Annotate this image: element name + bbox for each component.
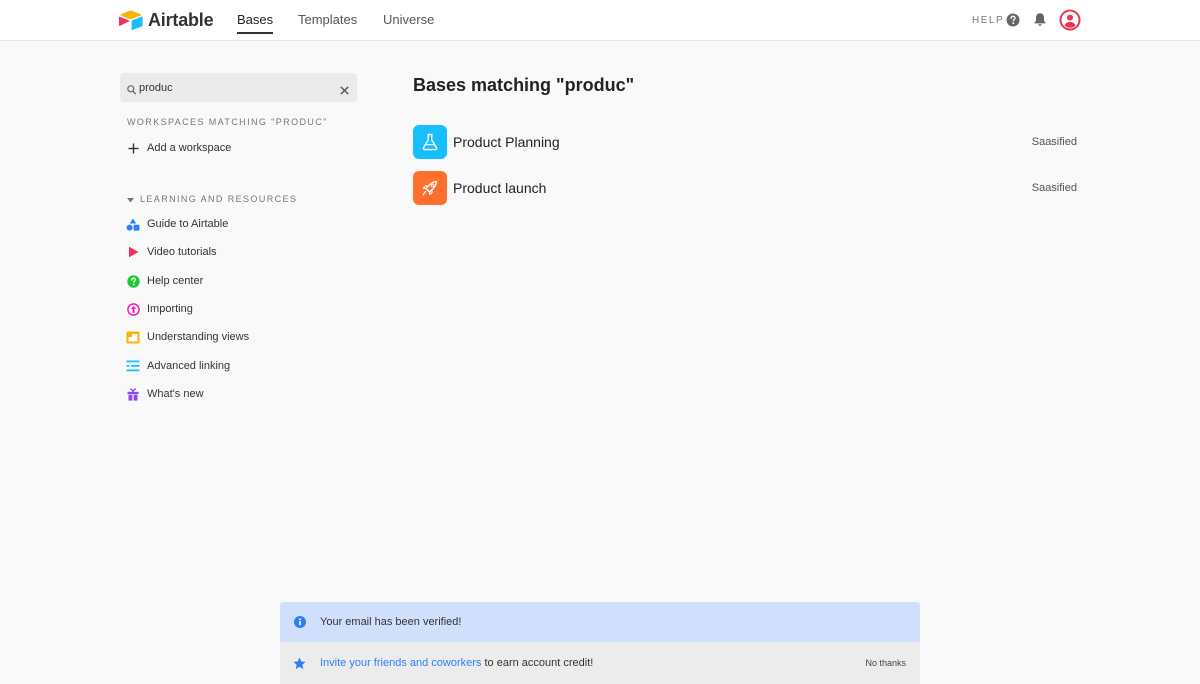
airtable-logo[interactable]: Airtable	[119, 9, 214, 31]
star-icon	[293, 657, 306, 670]
tab-universe[interactable]: Universe	[383, 12, 434, 32]
invite-message: Invite your friends and coworkers to ear…	[320, 657, 593, 669]
resource-label: What's new	[147, 388, 204, 400]
invite-message-rest: to earn account credit!	[481, 657, 594, 669]
caret-down-icon	[127, 190, 134, 208]
resource-label: Understanding views	[147, 331, 250, 343]
info-icon	[294, 616, 306, 628]
resource-label: Importing	[147, 303, 193, 315]
resources-section-label: LEARNING AND RESOURCES	[140, 194, 298, 204]
resource-help-center[interactable]: Help center	[126, 273, 203, 289]
resource-label: Guide to Airtable	[147, 218, 229, 230]
tab-bases[interactable]: Bases	[237, 12, 274, 34]
search-icon	[127, 82, 137, 100]
linking-icon	[126, 359, 140, 373]
workspaces-section-label: WORKSPACES MATCHING "PRODUC"	[127, 117, 328, 127]
notifications-bell-icon[interactable]	[1033, 12, 1047, 32]
base-workspace-name: Saasified	[1031, 182, 1077, 194]
add-workspace-label: Add a workspace	[147, 142, 232, 154]
resource-understanding-views[interactable]: Understanding views	[126, 329, 249, 345]
search-box	[120, 73, 357, 102]
base-name: Product launch	[453, 180, 547, 196]
user-avatar[interactable]	[1059, 9, 1081, 36]
resource-video-tutorials[interactable]: Video tutorials	[126, 244, 217, 260]
tab-templates[interactable]: Templates	[298, 12, 357, 32]
play-icon	[126, 245, 140, 259]
page-title: Bases matching "produc"	[413, 75, 635, 95]
search-input[interactable]	[139, 77, 329, 98]
shapes-icon	[126, 217, 140, 231]
verified-message: Your email has been verified!	[320, 616, 462, 628]
plus-icon	[126, 141, 140, 155]
base-row-product-planning[interactable]: Product Planning Saasified	[413, 125, 1077, 159]
resource-whats-new[interactable]: What's new	[126, 386, 204, 402]
resources-section-toggle[interactable]: LEARNING AND RESOURCES	[127, 190, 297, 208]
email-verified-banner: Your email has been verified!	[280, 602, 920, 642]
question-circle-icon[interactable]	[1006, 13, 1020, 32]
airtable-logo-icon	[119, 10, 143, 30]
views-icon	[126, 330, 140, 344]
resource-advanced-linking[interactable]: Advanced linking	[126, 358, 230, 374]
add-workspace-button[interactable]: Add a workspace	[126, 140, 231, 156]
invite-friends-link[interactable]: Invite your friends and coworkers	[320, 657, 481, 669]
base-row-product-launch[interactable]: Product launch Saasified	[413, 171, 1077, 205]
no-thanks-button[interactable]: No thanks	[865, 658, 906, 668]
flask-icon	[413, 125, 447, 159]
resource-label: Advanced linking	[147, 360, 231, 372]
question-circle-icon	[126, 274, 140, 288]
base-workspace-name: Saasified	[1031, 136, 1077, 148]
resource-label: Video tutorials	[147, 246, 217, 258]
gift-icon	[126, 387, 140, 401]
upload-circle-icon	[126, 302, 140, 316]
resource-label: Help center	[147, 275, 204, 287]
base-name: Product Planning	[453, 134, 560, 150]
logo-text: Airtable	[148, 9, 214, 30]
rocket-icon	[413, 171, 447, 205]
resource-importing[interactable]: Importing	[126, 301, 193, 317]
top-bar: Airtable Bases Templates Universe HELP	[0, 0, 1200, 41]
resource-guide-to-airtable[interactable]: Guide to Airtable	[126, 216, 228, 232]
help-label[interactable]: HELP	[972, 15, 1004, 26]
clear-search-icon[interactable]	[340, 82, 349, 100]
invite-banner: Invite your friends and coworkers to ear…	[280, 642, 920, 684]
